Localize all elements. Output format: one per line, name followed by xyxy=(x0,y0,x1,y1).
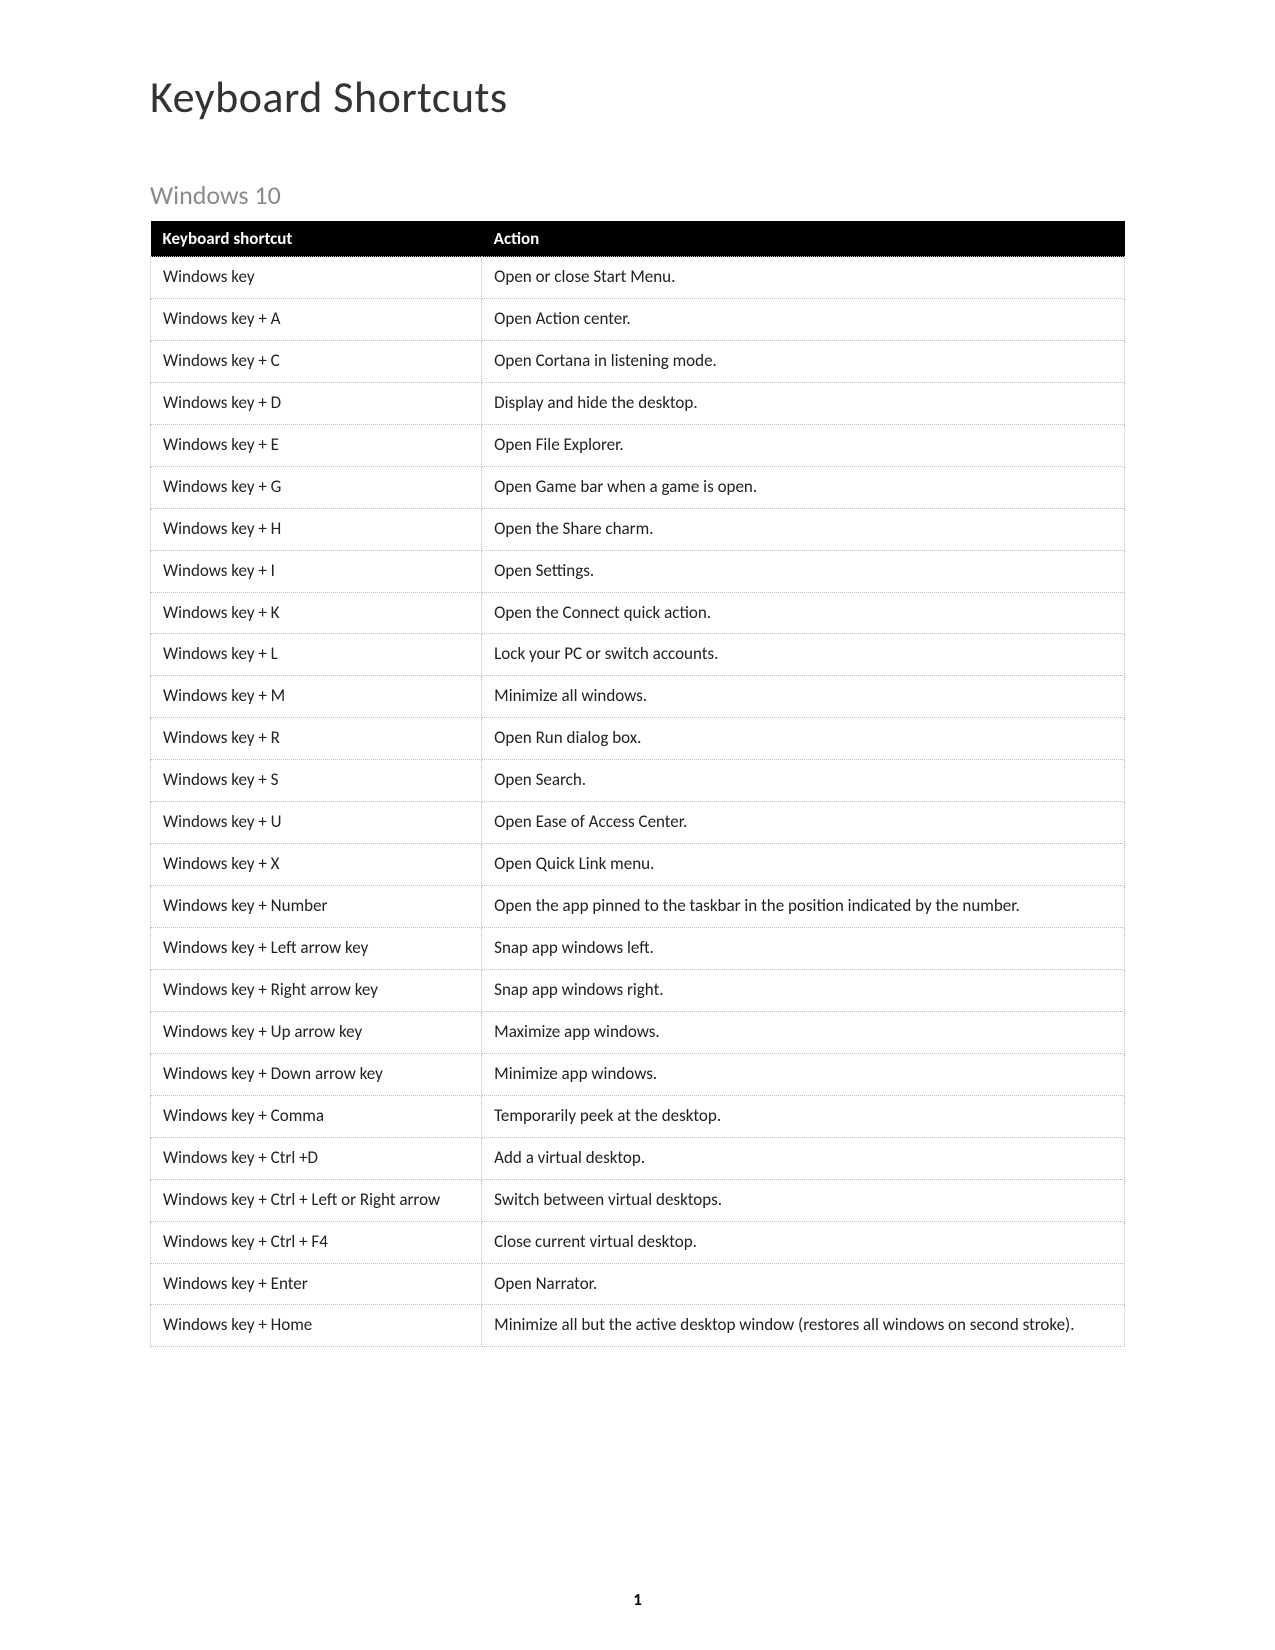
table-row: Windows key + Ctrl +DAdd a virtual deskt… xyxy=(151,1137,1125,1179)
table-row: Windows key + Ctrl + F4Close current vir… xyxy=(151,1221,1125,1263)
table-row: Windows key + EOpen File Explorer. xyxy=(151,424,1125,466)
section-title: Windows 10 xyxy=(150,179,1125,211)
table-row: Windows key + MMinimize all windows. xyxy=(151,676,1125,718)
cell-shortcut: Windows key + S xyxy=(151,760,482,802)
cell-action: Open the Share charm. xyxy=(482,508,1125,550)
header-shortcut: Keyboard shortcut xyxy=(151,221,482,257)
cell-shortcut: Windows key + Right arrow key xyxy=(151,969,482,1011)
table-row: Windows key + UOpen Ease of Access Cente… xyxy=(151,802,1125,844)
table-row: Windows key + KOpen the Connect quick ac… xyxy=(151,592,1125,634)
cell-action: Close current virtual desktop. xyxy=(482,1221,1125,1263)
table-row: Windows key + GOpen Game bar when a game… xyxy=(151,466,1125,508)
cell-action: Temporarily peek at the desktop. xyxy=(482,1095,1125,1137)
cell-action: Open Run dialog box. xyxy=(482,718,1125,760)
table-row: Windows key + XOpen Quick Link menu. xyxy=(151,844,1125,886)
cell-shortcut: Windows key + D xyxy=(151,382,482,424)
table-row: Windows key + LLock your PC or switch ac… xyxy=(151,634,1125,676)
cell-action: Open Search. xyxy=(482,760,1125,802)
cell-action: Open Cortana in listening mode. xyxy=(482,340,1125,382)
cell-shortcut: Windows key + M xyxy=(151,676,482,718)
table-row: Windows keyOpen or close Start Menu. xyxy=(151,257,1125,299)
cell-shortcut: Windows key + K xyxy=(151,592,482,634)
cell-action: Minimize all but the active desktop wind… xyxy=(482,1305,1125,1347)
table-row: Windows key + Down arrow keyMinimize app… xyxy=(151,1053,1125,1095)
cell-shortcut: Windows key + L xyxy=(151,634,482,676)
cell-action: Lock your PC or switch accounts. xyxy=(482,634,1125,676)
cell-action: Snap app windows right. xyxy=(482,969,1125,1011)
table-row: Windows key + Up arrow keyMaximize app w… xyxy=(151,1011,1125,1053)
cell-shortcut: Windows key + Ctrl + Left or Right arrow xyxy=(151,1179,482,1221)
cell-shortcut: Windows key + Home xyxy=(151,1305,482,1347)
cell-action: Switch between virtual desktops. xyxy=(482,1179,1125,1221)
cell-shortcut: Windows key + R xyxy=(151,718,482,760)
cell-shortcut: Windows key + C xyxy=(151,340,482,382)
cell-shortcut: Windows key + X xyxy=(151,844,482,886)
table-row: Windows key + AOpen Action center. xyxy=(151,298,1125,340)
table-row: Windows key + HomeMinimize all but the a… xyxy=(151,1305,1125,1347)
page-title: Keyboard Shortcuts xyxy=(150,70,1125,124)
table-row: Windows key + NumberOpen the app pinned … xyxy=(151,886,1125,928)
cell-shortcut: Windows key + Left arrow key xyxy=(151,928,482,970)
cell-action: Open Quick Link menu. xyxy=(482,844,1125,886)
table-row: Windows key + Right arrow keySnap app wi… xyxy=(151,969,1125,1011)
cell-shortcut: Windows key + Down arrow key xyxy=(151,1053,482,1095)
table-header-row: Keyboard shortcut Action xyxy=(151,221,1125,257)
cell-action: Open Settings. xyxy=(482,550,1125,592)
cell-action: Snap app windows left. xyxy=(482,928,1125,970)
cell-shortcut: Windows key + U xyxy=(151,802,482,844)
cell-shortcut: Windows key + Ctrl + F4 xyxy=(151,1221,482,1263)
cell-shortcut: Windows key + Up arrow key xyxy=(151,1011,482,1053)
cell-action: Minimize all windows. xyxy=(482,676,1125,718)
cell-action: Maximize app windows. xyxy=(482,1011,1125,1053)
table-row: Windows key + HOpen the Share charm. xyxy=(151,508,1125,550)
cell-action: Open Game bar when a game is open. xyxy=(482,466,1125,508)
cell-action: Open the app pinned to the taskbar in th… xyxy=(482,886,1125,928)
cell-shortcut: Windows key xyxy=(151,257,482,299)
table-row: Windows key + DDisplay and hide the desk… xyxy=(151,382,1125,424)
cell-action: Open the Connect quick action. xyxy=(482,592,1125,634)
cell-action: Add a virtual desktop. xyxy=(482,1137,1125,1179)
cell-shortcut: Windows key + E xyxy=(151,424,482,466)
cell-shortcut: Windows key + Ctrl +D xyxy=(151,1137,482,1179)
cell-action: Minimize app windows. xyxy=(482,1053,1125,1095)
table-row: Windows key + CommaTemporarily peek at t… xyxy=(151,1095,1125,1137)
table-row: Windows key + EnterOpen Narrator. xyxy=(151,1263,1125,1305)
cell-action: Display and hide the desktop. xyxy=(482,382,1125,424)
cell-shortcut: Windows key + Number xyxy=(151,886,482,928)
cell-action: Open File Explorer. xyxy=(482,424,1125,466)
cell-action: Open or close Start Menu. xyxy=(482,257,1125,299)
table-row: Windows key + SOpen Search. xyxy=(151,760,1125,802)
cell-shortcut: Windows key + G xyxy=(151,466,482,508)
shortcuts-table: Keyboard shortcut Action Windows keyOpen… xyxy=(150,221,1125,1347)
cell-shortcut: Windows key + A xyxy=(151,298,482,340)
cell-action: Open Action center. xyxy=(482,298,1125,340)
table-row: Windows key + Left arrow keySnap app win… xyxy=(151,928,1125,970)
cell-shortcut: Windows key + Enter xyxy=(151,1263,482,1305)
cell-action: Open Ease of Access Center. xyxy=(482,802,1125,844)
table-row: Windows key + COpen Cortana in listening… xyxy=(151,340,1125,382)
page-number: 1 xyxy=(0,1589,1275,1610)
header-action: Action xyxy=(482,221,1125,257)
cell-shortcut: Windows key + I xyxy=(151,550,482,592)
cell-shortcut: Windows key + H xyxy=(151,508,482,550)
table-row: Windows key + IOpen Settings. xyxy=(151,550,1125,592)
table-row: Windows key + ROpen Run dialog box. xyxy=(151,718,1125,760)
cell-action: Open Narrator. xyxy=(482,1263,1125,1305)
table-row: Windows key + Ctrl + Left or Right arrow… xyxy=(151,1179,1125,1221)
cell-shortcut: Windows key + Comma xyxy=(151,1095,482,1137)
